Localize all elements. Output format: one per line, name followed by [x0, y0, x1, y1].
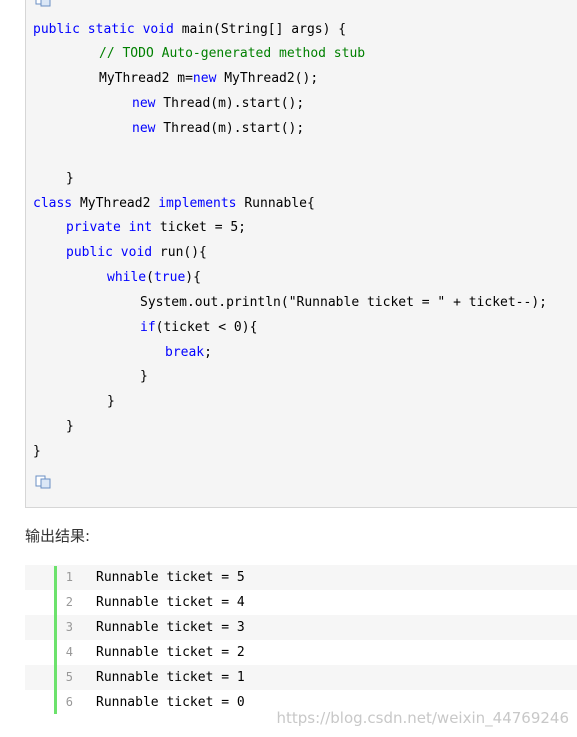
code-token: } — [66, 171, 74, 186]
code-line: // TODO Auto-generated method stub — [99, 43, 365, 65]
output-line-text: Runnable ticket = 5 — [96, 570, 245, 585]
output-line: 3 Runnable ticket = 3 — [25, 615, 577, 640]
copy-code-icon[interactable] — [35, 474, 52, 489]
code-token: implements — [158, 196, 237, 211]
output-line-text: Runnable ticket = 2 — [96, 645, 245, 660]
output-line-number: 4 — [65, 645, 73, 659]
code-line: } — [33, 441, 41, 463]
code-token: Thread(m).start(); — [155, 96, 305, 111]
code-token: ticket = 5; — [152, 220, 247, 235]
code-token: System.out.println("Runnable ticket = " … — [140, 295, 547, 310]
code-token: new — [132, 96, 156, 111]
code-token: MyThread2(); — [216, 71, 319, 86]
code-token: new — [132, 121, 156, 136]
code-line: public void run(){ — [66, 242, 207, 264]
code-token: public static void — [33, 22, 182, 37]
code-line: new Thread(m).start(); — [132, 118, 304, 140]
output-line: 2 Runnable ticket = 4 — [25, 590, 577, 615]
code-line: MyThread2 m=new MyThread2(); — [99, 68, 318, 90]
code-token: ){ — [185, 270, 201, 285]
code-line: } — [66, 168, 74, 190]
code-token: } — [107, 394, 115, 409]
code-token: run(){ — [152, 245, 207, 260]
code-line: public static void main(String[] args) { — [33, 19, 346, 41]
output-line-text: Runnable ticket = 1 — [96, 670, 245, 685]
output-line-text: Runnable ticket = 4 — [96, 595, 245, 610]
code-line: private int ticket = 5; — [66, 217, 246, 239]
output-heading: 输出结果: — [25, 527, 91, 545]
code-line: break; — [165, 342, 212, 364]
output-line-number: 1 — [65, 570, 73, 584]
output-line: 5 Runnable ticket = 1 — [25, 665, 577, 690]
code-token: class — [33, 196, 73, 211]
code-token: MyThread2 m= — [99, 71, 193, 86]
code-token: ; — [204, 345, 212, 360]
code-line: System.out.println("Runnable ticket = " … — [140, 292, 547, 314]
copy-code-icon[interactable] — [35, 0, 52, 7]
code-line: } — [140, 366, 148, 388]
output-line: 1 Runnable ticket = 5 — [25, 565, 577, 590]
code-token: } — [66, 419, 74, 434]
output-line-number: 5 — [65, 670, 73, 684]
code-token: while — [107, 270, 147, 285]
code-token: new — [192, 71, 217, 86]
code-block: public static void main(String[] args) {… — [25, 0, 577, 508]
code-token: MyThread2 — [72, 196, 159, 211]
output-block: 1 Runnable ticket = 5 2 Runnable ticket = 4… — [25, 565, 577, 715]
output-line-number: 6 — [65, 695, 73, 709]
code-line: if(ticket < 0){ — [140, 317, 257, 339]
output-line-text: Runnable ticket = 3 — [96, 620, 245, 635]
code-token: true — [153, 270, 186, 285]
output-gutter-bar — [54, 566, 57, 714]
code-token: main(String[] args) { — [181, 22, 347, 37]
code-line: new Thread(m).start(); — [132, 93, 304, 115]
watermark: https://blog.csdn.net/weixin_44769246 — [276, 709, 569, 727]
output-line-number: 3 — [65, 620, 73, 634]
code-token: (ticket < 0){ — [155, 320, 258, 335]
code-token: private int — [66, 220, 153, 235]
code-line: } — [66, 416, 74, 438]
code-token: public void — [66, 245, 153, 260]
code-token: break — [165, 345, 205, 360]
code-line: while(true){ — [107, 267, 201, 289]
code-token: } — [33, 444, 41, 459]
code-token: ( — [146, 270, 154, 285]
output-line-text: Runnable ticket = 0 — [96, 695, 245, 710]
output-line: 4 Runnable ticket = 2 — [25, 640, 577, 665]
code-token: Thread(m).start(); — [155, 121, 305, 136]
code-line: class MyThread2 implements Runnable{ — [33, 193, 315, 215]
code-token: Runnable{ — [236, 196, 315, 211]
code-token: if — [140, 320, 156, 335]
output-line-number: 2 — [65, 595, 73, 609]
code-token: // TODO Auto-generated method stub — [99, 46, 366, 61]
code-line: } — [107, 391, 115, 413]
code-token: } — [140, 369, 148, 384]
